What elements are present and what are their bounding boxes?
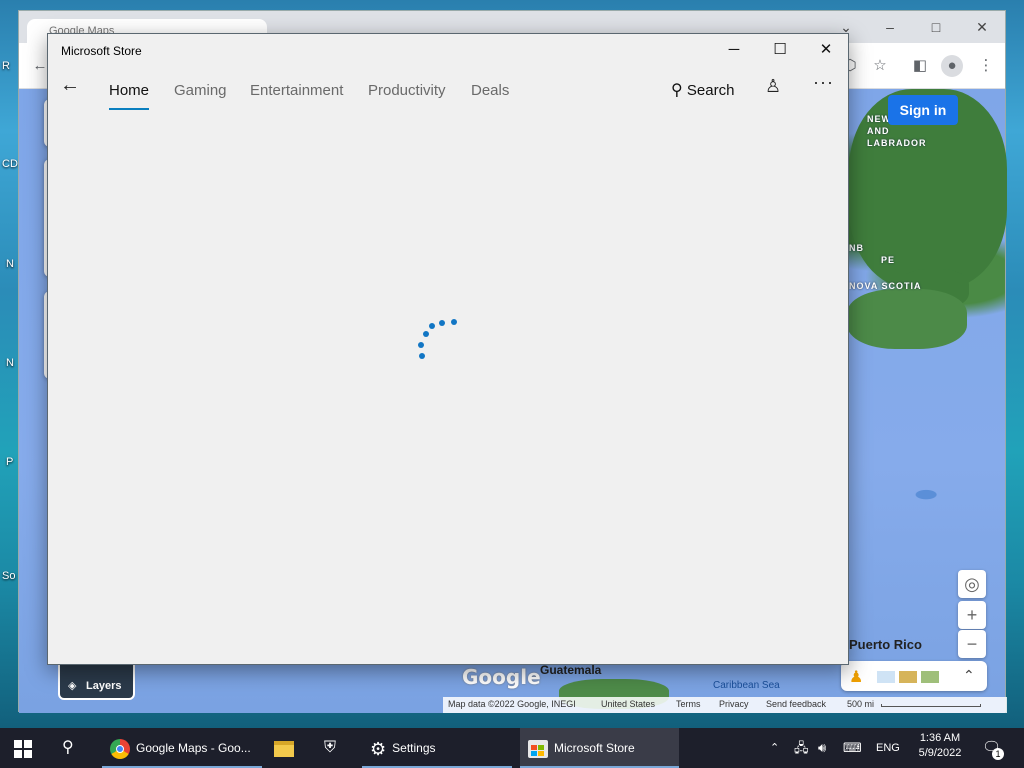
profile-avatar-icon[interactable]: ● <box>941 55 963 77</box>
spinner-dot <box>418 342 424 348</box>
maximize-icon[interactable]: ☐ <box>757 34 803 66</box>
map-footer: Map data ©2022 Google, INEGI United Stat… <box>443 697 1007 713</box>
security-shield-icon[interactable]: ⛨ <box>316 728 350 768</box>
desktop-icon-label[interactable]: N <box>6 258 14 270</box>
taskbar-item-label: Settings <box>392 741 436 755</box>
terms-link[interactable]: Terms <box>676 699 701 709</box>
chevron-up-icon[interactable]: ⌃ <box>770 728 786 768</box>
close-icon[interactable]: ✕ <box>803 34 849 66</box>
taskbar-item-label: Google Maps - Goo... <box>136 741 251 755</box>
taskbar: ⚲ Google Maps - Goo... ⛨ ⚙ Settings Micro… <box>0 728 1024 768</box>
layers-label: Layers <box>86 680 122 692</box>
region-label: NB <box>849 243 864 253</box>
keyboard-icon[interactable]: ⌨ <box>843 728 867 768</box>
volume-icon[interactable]: 🔊︎ <box>818 728 836 768</box>
chevron-up-icon[interactable]: ⌃ <box>963 667 975 684</box>
chrome-icon <box>110 738 130 759</box>
clock-time: 1:36 AM <box>919 732 961 744</box>
tab-deals[interactable]: Deals <box>471 82 509 99</box>
pegman-icon[interactable]: ♟ <box>849 667 863 687</box>
taskbar-item-store[interactable]: Microsoft Store <box>520 728 679 768</box>
spinner-dot <box>419 353 425 359</box>
desktop-icon-label[interactable]: N <box>6 357 14 369</box>
search-label: Search <box>686 82 735 99</box>
notification-center-icon[interactable]: 🗨︎ 1 <box>982 728 1008 768</box>
send-feedback-link[interactable]: Send feedback <box>766 699 826 709</box>
spinner-dot <box>451 319 457 325</box>
sign-in-button[interactable]: Sign in <box>888 95 958 125</box>
microsoft-store-window: Microsoft Store ─ ☐ ✕ ← Home Gaming Ente… <box>47 33 849 665</box>
region-label: NOVA SCOTIA <box>849 281 922 291</box>
scale-label[interactable]: 500 mi <box>847 699 874 709</box>
file-explorer-icon[interactable] <box>268 728 302 768</box>
network-icon[interactable]: 🖧 <box>794 728 812 768</box>
store-nav-bar: ← Home Gaming Entertainment Productivity… <box>48 70 848 110</box>
account-icon[interactable]: ♙ <box>765 76 781 97</box>
tab-productivity[interactable]: Productivity <box>368 82 446 99</box>
place-label: Puerto Rico <box>849 637 922 652</box>
terrain-thumbnail[interactable] <box>921 671 939 683</box>
desktop-icon-label[interactable]: R <box>2 60 10 72</box>
search-icon[interactable]: ⚲ <box>62 728 84 768</box>
more-vert-icon[interactable]: ⋮ <box>975 55 997 77</box>
terrain-thumbnail[interactable] <box>877 671 895 683</box>
desktop-icon-label[interactable]: P <box>6 456 13 468</box>
maximize-icon[interactable]: □ <box>921 17 951 37</box>
minimize-icon[interactable]: ─ <box>711 34 757 66</box>
star-icon[interactable]: ☆ <box>869 55 891 77</box>
back-arrow-icon[interactable]: ← <box>60 74 80 97</box>
scale-bar <box>881 704 981 707</box>
desktop-icon-label[interactable]: CD <box>2 158 18 170</box>
region-label: PE <box>881 255 896 265</box>
privacy-link[interactable]: Privacy <box>719 699 749 709</box>
spinner-dot <box>439 320 445 326</box>
land-area <box>847 289 967 349</box>
minimize-icon[interactable]: – <box>875 17 905 37</box>
windows-logo-icon <box>14 739 32 758</box>
more-options-icon[interactable]: ··· <box>813 72 834 93</box>
tab-gaming[interactable]: Gaming <box>174 82 227 99</box>
desktop-icon-label[interactable]: So <box>2 570 15 582</box>
place-label: Guatemala <box>540 663 602 677</box>
zoom-out-button[interactable]: − <box>958 630 986 658</box>
spinner-dot <box>429 323 435 329</box>
notification-count-badge: 1 <box>992 748 1004 760</box>
store-icon <box>528 739 548 758</box>
taskbar-item-settings[interactable]: ⚙ Settings <box>362 728 512 768</box>
start-button[interactable] <box>14 728 36 768</box>
search-button[interactable]: ⚲ Search <box>671 80 734 100</box>
zoom-in-button[interactable]: + <box>958 601 986 629</box>
spinner-dot <box>423 331 429 337</box>
tab-entertainment[interactable]: Entertainment <box>250 82 343 99</box>
place-label: Caribbean Sea <box>713 680 780 691</box>
taskbar-item-chrome[interactable]: Google Maps - Goo... <box>102 728 262 768</box>
country-link[interactable]: United States <box>601 699 655 709</box>
taskbar-item-label: Microsoft Store <box>554 741 635 755</box>
tab-home[interactable]: Home <box>109 82 149 99</box>
search-icon: ⚲ <box>671 82 683 99</box>
map-data-text: Map data ©2022 Google, INEGI <box>448 699 576 709</box>
language-indicator[interactable]: ENG <box>876 728 902 768</box>
satellite-thumbnail[interactable] <box>899 671 917 683</box>
google-logo: Google <box>462 665 541 689</box>
window-title: Microsoft Store <box>61 44 142 58</box>
active-tab-indicator <box>109 108 149 110</box>
map-bottom-controls: ♟ ⌃ <box>841 661 987 691</box>
close-icon[interactable]: ✕ <box>967 17 997 37</box>
side-panel-icon[interactable]: ◧ <box>909 55 931 77</box>
clock[interactable]: 1:36 AM 5/9/2022 <box>912 728 968 768</box>
layers-icon: ◈ <box>68 680 77 692</box>
my-location-icon[interactable]: ◎ <box>958 570 986 598</box>
clock-date: 5/9/2022 <box>918 747 962 759</box>
gear-icon: ⚙ <box>370 738 387 759</box>
